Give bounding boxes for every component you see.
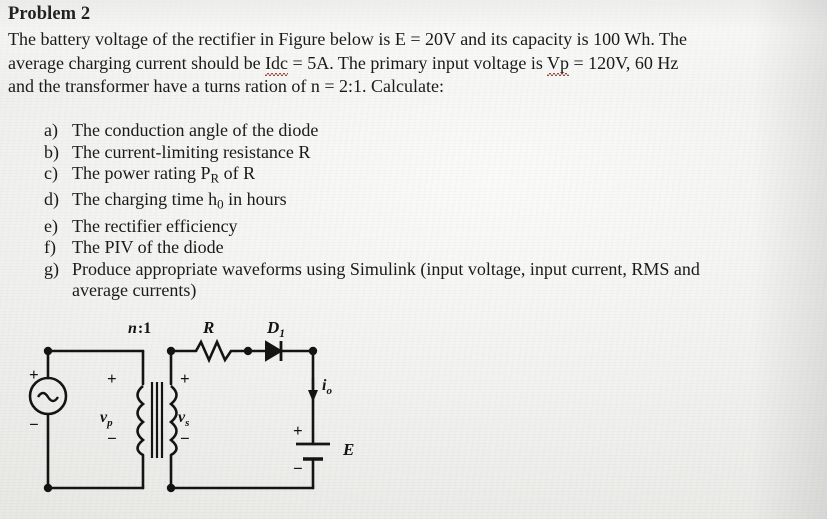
statement-line-2: average charging current should be Idc =… bbox=[8, 52, 820, 76]
sign-vs-plus: + bbox=[180, 369, 190, 388]
diode-icon bbox=[265, 340, 283, 362]
list-text-a-pre: The conduction angle of the diode bbox=[72, 120, 319, 140]
label-output-current: io bbox=[322, 377, 332, 397]
question-list: a) The conduction angle of the diode b) … bbox=[44, 120, 824, 302]
list-text-g-line-1: Produce appropriate waveforms using Simu… bbox=[72, 258, 700, 279]
transformer-icon bbox=[136, 382, 178, 458]
circuit-svg: n:1 R D1 vp vs io E + − + − + − + − bbox=[28, 318, 354, 493]
misspelled-idc: Idc bbox=[265, 52, 289, 73]
label-diode: D1 bbox=[266, 318, 285, 340]
ac-sine-glyph bbox=[36, 391, 60, 403]
list-text-f: The PIV of the diode bbox=[72, 237, 224, 259]
list-text-a: The conduction angle of the diode bbox=[72, 120, 318, 142]
sign-vp-plus: + bbox=[107, 369, 117, 388]
node-top-right bbox=[308, 346, 318, 356]
label-secondary-voltage: vs bbox=[178, 409, 189, 429]
statement-line-3: and the transformer have a turns ration … bbox=[8, 76, 445, 96]
list-item-b: b) The current-limiting resistance R bbox=[44, 142, 824, 164]
list-marker-e: e) bbox=[44, 215, 58, 236]
statement-line-2-part-a: average charging current should be bbox=[8, 52, 266, 73]
list-marker-c: c) bbox=[44, 163, 58, 184]
sign-battery-plus: + bbox=[293, 421, 303, 440]
list-text-f-pre: The PIV of the diode bbox=[72, 237, 224, 258]
problem-statement: The battery voltage of the rectifier in … bbox=[8, 28, 820, 99]
list-text-g-line-2-row: average currents) bbox=[44, 280, 824, 302]
list-text-d-post: in hours bbox=[223, 189, 287, 210]
list-item-f: f) The PIV of the diode bbox=[44, 237, 824, 259]
list-text-c-pre: The power rating P bbox=[72, 163, 211, 184]
sign-vs-minus: − bbox=[180, 429, 190, 448]
label-primary-voltage: vp bbox=[100, 409, 113, 429]
circuit-diagram: n:1 R D1 vp vs io E + − + − + − + − bbox=[0, 318, 430, 519]
list-text-b: The current-limiting resistance R bbox=[72, 142, 310, 164]
list-text-c: The power rating PR of R bbox=[72, 163, 255, 189]
sign-vp-minus: − bbox=[107, 429, 117, 448]
list-marker-b: b) bbox=[44, 141, 59, 162]
list-item-c: c) The power rating PR of R bbox=[44, 163, 824, 189]
statement-line-2-part-b: = 5A. The primary input voltage is bbox=[288, 52, 547, 73]
list-text-d-pre: The charging time h bbox=[72, 189, 218, 210]
label-resistor: R bbox=[202, 318, 214, 337]
node-secondary-bottom bbox=[166, 483, 176, 493]
list-text-d: The charging time h0 in hours bbox=[72, 189, 287, 215]
polarity-signs: + − + − + − + − bbox=[29, 365, 303, 478]
list-marker-g: g) bbox=[44, 258, 59, 279]
node-mid-top bbox=[243, 346, 253, 356]
list-item-a: a) The conduction angle of the diode bbox=[44, 120, 824, 142]
node-secondary-top bbox=[166, 346, 176, 356]
label-turns-ratio: n:1 bbox=[128, 320, 151, 337]
statement-line-2-part-c: = 120V, 60 Hz bbox=[569, 52, 679, 73]
current-arrow-io bbox=[308, 378, 318, 402]
node-bottom-left bbox=[43, 483, 53, 493]
list-text-g-line-2: average currents) bbox=[72, 280, 197, 301]
statement-line-1: The battery voltage of the rectifier in … bbox=[8, 29, 687, 49]
list-text-c-subscript: R bbox=[210, 170, 220, 186]
sign-battery-minus: − bbox=[293, 459, 303, 478]
list-text-g: Produce appropriate waveforms using Simu… bbox=[72, 259, 700, 281]
list-text-b-pre: The current-limiting resistance R bbox=[72, 141, 311, 162]
list-marker-d: d) bbox=[44, 189, 59, 210]
page-title: Problem 2 bbox=[8, 4, 91, 24]
resistor-icon bbox=[194, 338, 236, 364]
list-text-c-post: of R bbox=[219, 163, 256, 184]
transformer-secondary-coil bbox=[168, 384, 178, 457]
battery-icon bbox=[296, 442, 330, 461]
label-battery: E bbox=[342, 440, 354, 459]
node-top-left bbox=[43, 346, 53, 356]
transformer-primary-coil bbox=[136, 384, 146, 457]
list-marker-f: f) bbox=[44, 237, 56, 258]
list-item-g: g) Produce appropriate waveforms using S… bbox=[44, 259, 824, 281]
sign-source-plus: + bbox=[29, 365, 39, 384]
list-item-e: e) The rectifier efficiency bbox=[44, 216, 824, 238]
misspelled-vp: Vp bbox=[547, 52, 569, 73]
list-item-d: d) The charging time h0 in hours bbox=[44, 189, 824, 215]
list-text-e-pre: The rectifier efficiency bbox=[72, 215, 238, 236]
list-marker-a: a) bbox=[44, 120, 58, 140]
list-text-e: The rectifier efficiency bbox=[72, 216, 238, 238]
sign-source-minus: − bbox=[29, 415, 39, 434]
